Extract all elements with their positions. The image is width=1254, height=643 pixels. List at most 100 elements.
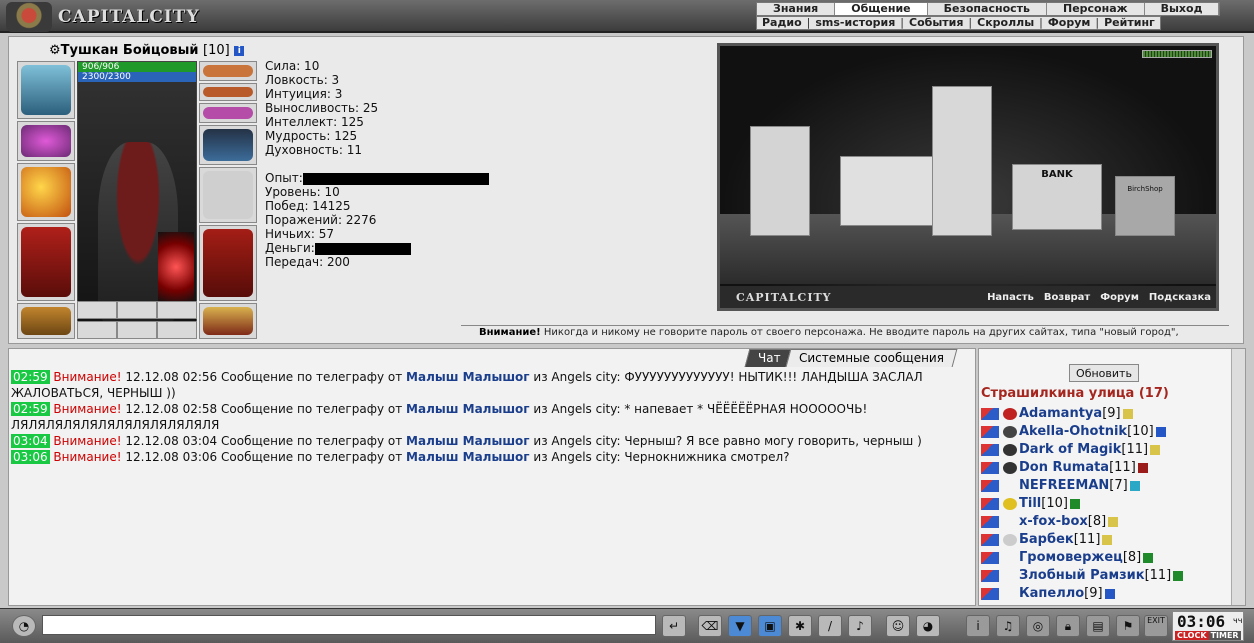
small-slot-2[interactable]: [117, 301, 157, 319]
info-icon[interactable]: [1104, 589, 1115, 599]
private-message-icon[interactable]: [981, 408, 999, 420]
private-message-icon[interactable]: [981, 444, 999, 456]
player-nick[interactable]: Till: [1019, 495, 1041, 513]
info-icon[interactable]: i: [234, 45, 245, 56]
speaker-icon[interactable]: ◔: [12, 615, 36, 637]
info-icon[interactable]: [1173, 571, 1184, 581]
player-nick[interactable]: Барбек: [1019, 531, 1074, 549]
info-icon[interactable]: [1143, 553, 1154, 563]
menu-security[interactable]: Безопасность: [928, 3, 1047, 15]
player-list-scrollbar[interactable]: [1231, 349, 1245, 605]
small-slot-1[interactable]: [77, 301, 117, 319]
slash-icon[interactable]: /: [818, 615, 842, 637]
forum-link[interactable]: Форум: [1095, 292, 1144, 303]
message-sender[interactable]: Малыш Малышог: [406, 370, 530, 384]
player-nick[interactable]: Dark of Magik: [1019, 441, 1121, 459]
guitar-icon[interactable]: ♫: [996, 615, 1020, 637]
location-scene[interactable]: BANK BirchShop CAPITALCITY Напасть Возвр…: [717, 43, 1219, 311]
chat-input[interactable]: [42, 615, 656, 635]
return-link[interactable]: Возврат: [1039, 292, 1095, 303]
bank-building[interactable]: BANK: [1012, 164, 1102, 230]
private-message-icon[interactable]: [981, 480, 999, 492]
clan-icon[interactable]: [1003, 498, 1017, 510]
shield-slot[interactable]: [199, 167, 257, 223]
earrings-slot[interactable]: [199, 61, 257, 81]
player-nick[interactable]: x-fox-box: [1019, 513, 1088, 531]
player-nick[interactable]: Громовержец: [1019, 549, 1123, 567]
target-icon[interactable]: ◎: [1026, 615, 1050, 637]
private-message-icon[interactable]: [981, 516, 999, 528]
menu-communication[interactable]: Общение: [835, 3, 928, 15]
character-avatar[interactable]: 906/906 2300/2300: [77, 61, 197, 339]
helmet-slot[interactable]: [17, 61, 75, 119]
helmet-icon[interactable]: ◕: [916, 615, 940, 637]
flag-icon[interactable]: ⚑: [1116, 615, 1140, 637]
small-slot-6[interactable]: [157, 321, 197, 339]
message-sender[interactable]: Малыш Малышог: [406, 450, 530, 464]
submenu-forum[interactable]: Форум: [1043, 17, 1096, 29]
menu-knowledge[interactable]: Знания: [757, 3, 836, 15]
tab-system-messages[interactable]: Системные сообщения: [785, 349, 958, 367]
clan-icon[interactable]: [1003, 462, 1017, 474]
send-arrow-icon[interactable]: ↵: [662, 615, 686, 637]
info-icon[interactable]: [1137, 463, 1148, 473]
exit-button[interactable]: EXIT: [1144, 615, 1168, 637]
save-icon[interactable]: ▣: [758, 615, 782, 637]
player-nick[interactable]: Akella-Ohotnik: [1019, 423, 1127, 441]
message-time[interactable]: 03:06: [11, 450, 50, 464]
private-message-icon[interactable]: [981, 534, 999, 546]
tower-building[interactable]: [932, 86, 992, 236]
clock-label[interactable]: CLOCK: [1175, 631, 1209, 640]
character-name[interactable]: Тушкан Бойцовый: [61, 43, 199, 58]
menu-character[interactable]: Персонаж: [1047, 3, 1145, 15]
bag-icon[interactable]: ▤: [1086, 615, 1110, 637]
sound-icon[interactable]: ♪: [848, 615, 872, 637]
message-sender[interactable]: Малыш Малышог: [406, 434, 530, 448]
villa-building[interactable]: [840, 156, 940, 226]
birch-shop-building[interactable]: BirchShop: [1115, 176, 1175, 236]
info-icon[interactable]: [1069, 499, 1080, 509]
rings-slot[interactable]: [199, 103, 257, 123]
info-icon[interactable]: [1122, 409, 1133, 419]
info-icon[interactable]: i: [966, 615, 990, 637]
private-message-icon[interactable]: [981, 462, 999, 474]
private-message-icon[interactable]: [981, 552, 999, 564]
smiley-icon[interactable]: ☺: [886, 615, 910, 637]
submenu-radio[interactable]: Радио: [757, 17, 807, 29]
gloves-slot[interactable]: [199, 125, 257, 165]
red-orb-icon[interactable]: [158, 232, 194, 302]
private-message-icon[interactable]: [981, 570, 999, 582]
belt-slot[interactable]: [17, 303, 75, 339]
menu-exit[interactable]: Выход: [1145, 3, 1220, 15]
private-message-icon[interactable]: [981, 588, 999, 600]
amulet-slot[interactable]: [17, 121, 75, 161]
player-nick[interactable]: NEFREEMAN: [1019, 477, 1109, 495]
submenu-sms-history[interactable]: sms-история: [810, 17, 900, 29]
submenu-events[interactable]: События: [904, 17, 968, 29]
player-nick[interactable]: Капелло: [1019, 585, 1084, 603]
small-slot-4[interactable]: [77, 321, 117, 339]
player-nick[interactable]: Don Rumata: [1019, 459, 1109, 477]
filter-icon[interactable]: ▼: [728, 615, 752, 637]
small-slot-5[interactable]: [117, 321, 157, 339]
info-icon[interactable]: [1150, 445, 1161, 455]
private-message-icon[interactable]: [981, 498, 999, 510]
necklace-slot[interactable]: [199, 83, 257, 101]
armor-slot[interactable]: [17, 223, 75, 301]
info-icon[interactable]: [1155, 427, 1166, 437]
refresh-button[interactable]: Обновить: [1069, 364, 1139, 382]
weapon-slot[interactable]: [17, 163, 75, 221]
attack-link[interactable]: Напасть: [982, 292, 1039, 303]
small-slot-3[interactable]: [157, 301, 197, 319]
info-icon[interactable]: [1102, 535, 1113, 545]
submenu-rating[interactable]: Рейтинг: [1099, 17, 1160, 29]
info-icon[interactable]: [1129, 481, 1140, 491]
left-building[interactable]: [750, 126, 810, 236]
private-message-icon[interactable]: [981, 426, 999, 438]
lock-icon[interactable]: 🔒︎: [1056, 615, 1080, 637]
clan-icon[interactable]: [1003, 444, 1017, 456]
clan-icon[interactable]: [1003, 534, 1017, 546]
hint-link[interactable]: Подсказка: [1144, 292, 1216, 303]
leggings-slot[interactable]: [199, 225, 257, 301]
message-sender[interactable]: Малыш Малышог: [406, 402, 530, 416]
